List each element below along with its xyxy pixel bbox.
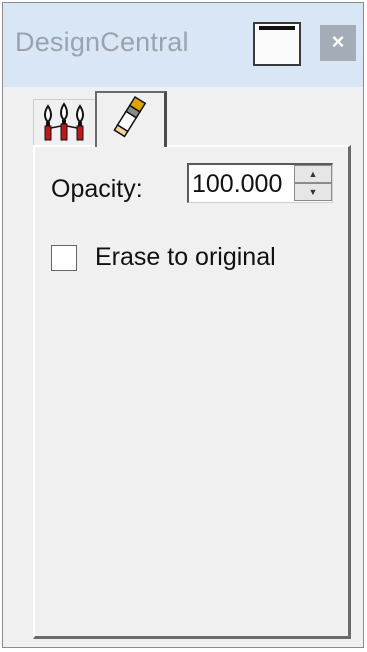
multi-brush-icon: [44, 102, 84, 141]
title-bar[interactable]: DesignCentral ×: [3, 3, 363, 87]
erase-to-original-checkbox[interactable]: [51, 245, 77, 271]
opacity-increment-button[interactable]: ▲: [294, 165, 332, 183]
eraser-settings-panel: Opacity: 100.000 ▲ ▼ Erase to original: [33, 145, 351, 639]
opacity-value[interactable]: 100.000: [192, 170, 282, 199]
opacity-spinbox[interactable]: 100.000 ▲ ▼: [187, 163, 333, 203]
erase-to-original-label[interactable]: Erase to original: [95, 243, 276, 272]
opacity-label: Opacity:: [51, 175, 143, 203]
restore-window-icon: [259, 26, 295, 30]
opacity-decrement-button[interactable]: ▼: [294, 183, 332, 201]
restore-button[interactable]: [253, 22, 301, 66]
design-central-window: DesignCentral × Opacity: 100.000 ▲ ▼ Era…: [2, 2, 364, 648]
window-title: DesignCentral: [15, 27, 189, 57]
tab-brushes[interactable]: [33, 99, 95, 145]
opacity-spin-buttons: ▲ ▼: [294, 165, 332, 202]
close-button[interactable]: ×: [320, 25, 356, 61]
tab-eraser[interactable]: [95, 91, 167, 147]
eraser-icon: [113, 95, 147, 138]
